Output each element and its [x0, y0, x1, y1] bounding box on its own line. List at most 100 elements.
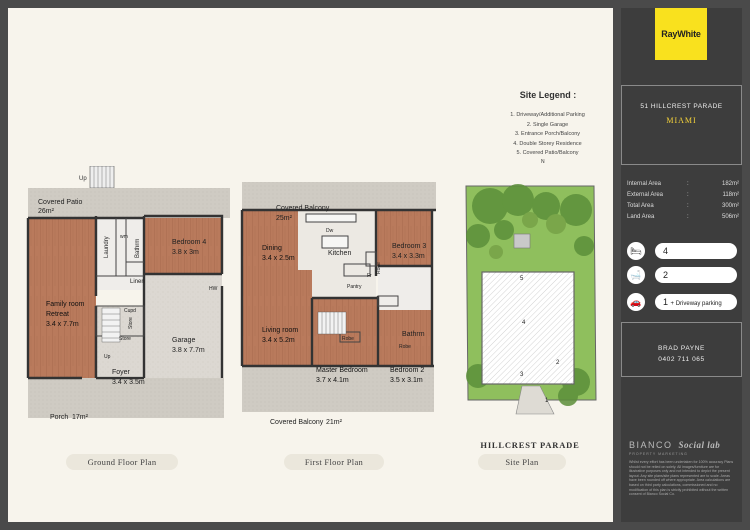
north-label: N: [541, 159, 545, 165]
bed-icon: 🛏: [627, 242, 645, 260]
agent-info: BRAD PAYNE 0402 711 065: [621, 343, 742, 365]
foyer-label: Foyer: [112, 369, 131, 376]
property-info-panel: RayWhite 51 HILLCREST PARADE MIAMI Inter…: [621, 8, 742, 522]
pantry-label: Pantry: [347, 284, 362, 290]
studio-sub: PROPERTY MARKETING: [629, 452, 688, 456]
property-suburb: MIAMI: [666, 116, 697, 125]
area-stats: Internal Area : 182m² External Area : 11…: [627, 178, 739, 222]
disclaimer-text: Whilst every effort has been undertaken …: [629, 460, 734, 497]
porch-label: Porch: [50, 414, 68, 421]
legend-item: 4. Double Storey Residence: [513, 140, 582, 147]
stat-row: Total Area : 300m²: [627, 200, 739, 211]
street-name: HILLCREST PARADE: [480, 440, 580, 450]
stat-value: 506m²: [721, 213, 739, 220]
parking-count: 1 + Driveway parking: [655, 294, 737, 310]
garage-dim: 3.8 x 7.7m: [172, 347, 205, 354]
studio-tag: Social lab: [678, 440, 721, 450]
bedroom2-dim: 3.5 x 3.1m: [390, 377, 423, 384]
legend-item: 5. Covered Patio/Balcony: [516, 150, 579, 156]
ground-floor-caption: Ground Floor Plan: [66, 454, 178, 470]
stat-value: 182m²: [721, 180, 739, 187]
dining-dim: 3.4 x 2.5m: [262, 255, 295, 262]
robe-label-2: Robe: [342, 336, 354, 342]
parking-value: 1: [663, 297, 669, 307]
studio-name: BIANCO: [629, 440, 673, 450]
stat-sep: :: [687, 213, 689, 220]
bath-icon: 🛁: [627, 266, 645, 284]
retreat-label: Retreat: [46, 311, 69, 318]
legend-item: 2. Single Garage: [526, 121, 569, 128]
stat-row: Land Area : 506m²: [627, 211, 739, 222]
master-bedroom-label: Master Bedroom: [316, 367, 368, 374]
floor-plan-sheet: Up Covered Patio 26m² Laundry wm Bathrm …: [8, 8, 613, 522]
garage-label: Garage: [172, 337, 195, 344]
store-label-2: Store: [119, 336, 131, 342]
laundry-label: Laundry: [104, 236, 110, 258]
parking-note: + Driveway parking: [670, 301, 722, 307]
ground-floor-plan: Up Covered Patio 26m² Laundry wm Bathrm …: [26, 166, 230, 421]
first-floor-plan: Covered Balcony 25m² Dw Kitchen Bedroom …: [240, 182, 436, 426]
hw-label: HW: [209, 286, 218, 292]
robe-label-1: Robe: [376, 262, 382, 274]
kitchen-label: Kitchen: [328, 250, 351, 257]
first-bathrm-label: Bathrm: [402, 331, 425, 338]
fr-label: Fr: [367, 273, 372, 279]
parking-feature: 🚗 1 + Driveway parking: [627, 293, 739, 311]
covered-balcony-area: 25m²: [276, 215, 293, 222]
property-address: 51 HILLCREST PARADE: [640, 103, 723, 110]
covered-patio-area: 26m²: [38, 208, 55, 215]
covered-balcony-2-label: Covered Balcony: [270, 419, 324, 426]
bedrooms-feature: 🛏 4: [627, 242, 739, 260]
ground-bathrm-label: Bathrm: [135, 239, 141, 258]
linen-label: Linen: [130, 279, 145, 285]
dining-label: Dining: [262, 245, 282, 252]
ground-up-label: Up: [79, 176, 87, 182]
stat-label: Total Area: [627, 202, 654, 209]
master-bedroom-dim: 3.7 x 4.1m: [316, 377, 349, 384]
porch-area: 17m²: [72, 414, 89, 421]
site-plan-caption: Site Plan: [478, 454, 566, 470]
address-box: [621, 85, 742, 165]
robe-label-3: Robe: [399, 344, 411, 350]
covered-balcony-2-area: 21m²: [326, 419, 343, 426]
family-room-dim: 3.4 x 7.7m: [46, 321, 79, 328]
living-room-dim: 3.4 x 5.2m: [262, 337, 295, 344]
living-room-label: Living room: [262, 327, 298, 334]
bathrooms-count: 2: [655, 267, 737, 283]
covered-patio-label: Covered Patio: [38, 199, 82, 206]
store-label-1: Store: [128, 317, 134, 329]
bedroom4-dim: 3.8 x 3m: [172, 249, 199, 256]
bedroom3-label: Bedroom 3: [392, 243, 426, 250]
logo-text: RayWhite: [661, 29, 701, 39]
stat-label: Internal Area: [627, 180, 662, 187]
stat-label: Land Area: [627, 213, 655, 220]
family-room-label: Family room: [46, 301, 85, 308]
bedroom3-dim: 3.4 x 3.3m: [392, 253, 425, 260]
raywhite-logo: RayWhite: [655, 8, 707, 60]
stat-sep: :: [687, 180, 689, 187]
site-legend-title: Site Legend :: [519, 90, 577, 100]
ground-up-label-2: Up: [104, 354, 111, 360]
stat-label: External Area: [627, 191, 664, 198]
site-plan: 5 4 2 3 1: [458, 178, 604, 418]
bedroom4-label: Bedroom 4: [172, 239, 206, 246]
dw-label: Dw: [326, 228, 334, 234]
studio-logo: BIANCO Social lab: [629, 440, 720, 450]
stat-sep: :: [687, 202, 689, 209]
covered-balcony-label: Covered Balcony: [276, 205, 330, 212]
wm-label: wm: [120, 234, 128, 240]
stat-row: Internal Area : 182m²: [627, 178, 739, 189]
agent-phone: 0402 711 065: [658, 356, 705, 363]
legend-item: 3. Entrance Porch/Balcony: [514, 131, 581, 137]
bedroom2-label: Bedroom 2: [390, 367, 424, 374]
bedrooms-count: 4: [655, 243, 737, 259]
stat-sep: :: [687, 191, 689, 198]
bathrooms-feature: 🛁 2: [627, 266, 739, 284]
foyer-dim: 3.4 x 3.5m: [112, 379, 145, 386]
car-icon: 🚗: [627, 293, 645, 311]
agent-name: BRAD PAYNE: [658, 345, 705, 352]
stat-row: External Area : 118m²: [627, 189, 739, 200]
legend-item: 1. Driveway/Additional Parking: [510, 112, 585, 118]
site-legend-list: 1. Driveway/Additional Parking 2. Single…: [470, 111, 625, 159]
stat-value: 118m²: [722, 191, 739, 198]
